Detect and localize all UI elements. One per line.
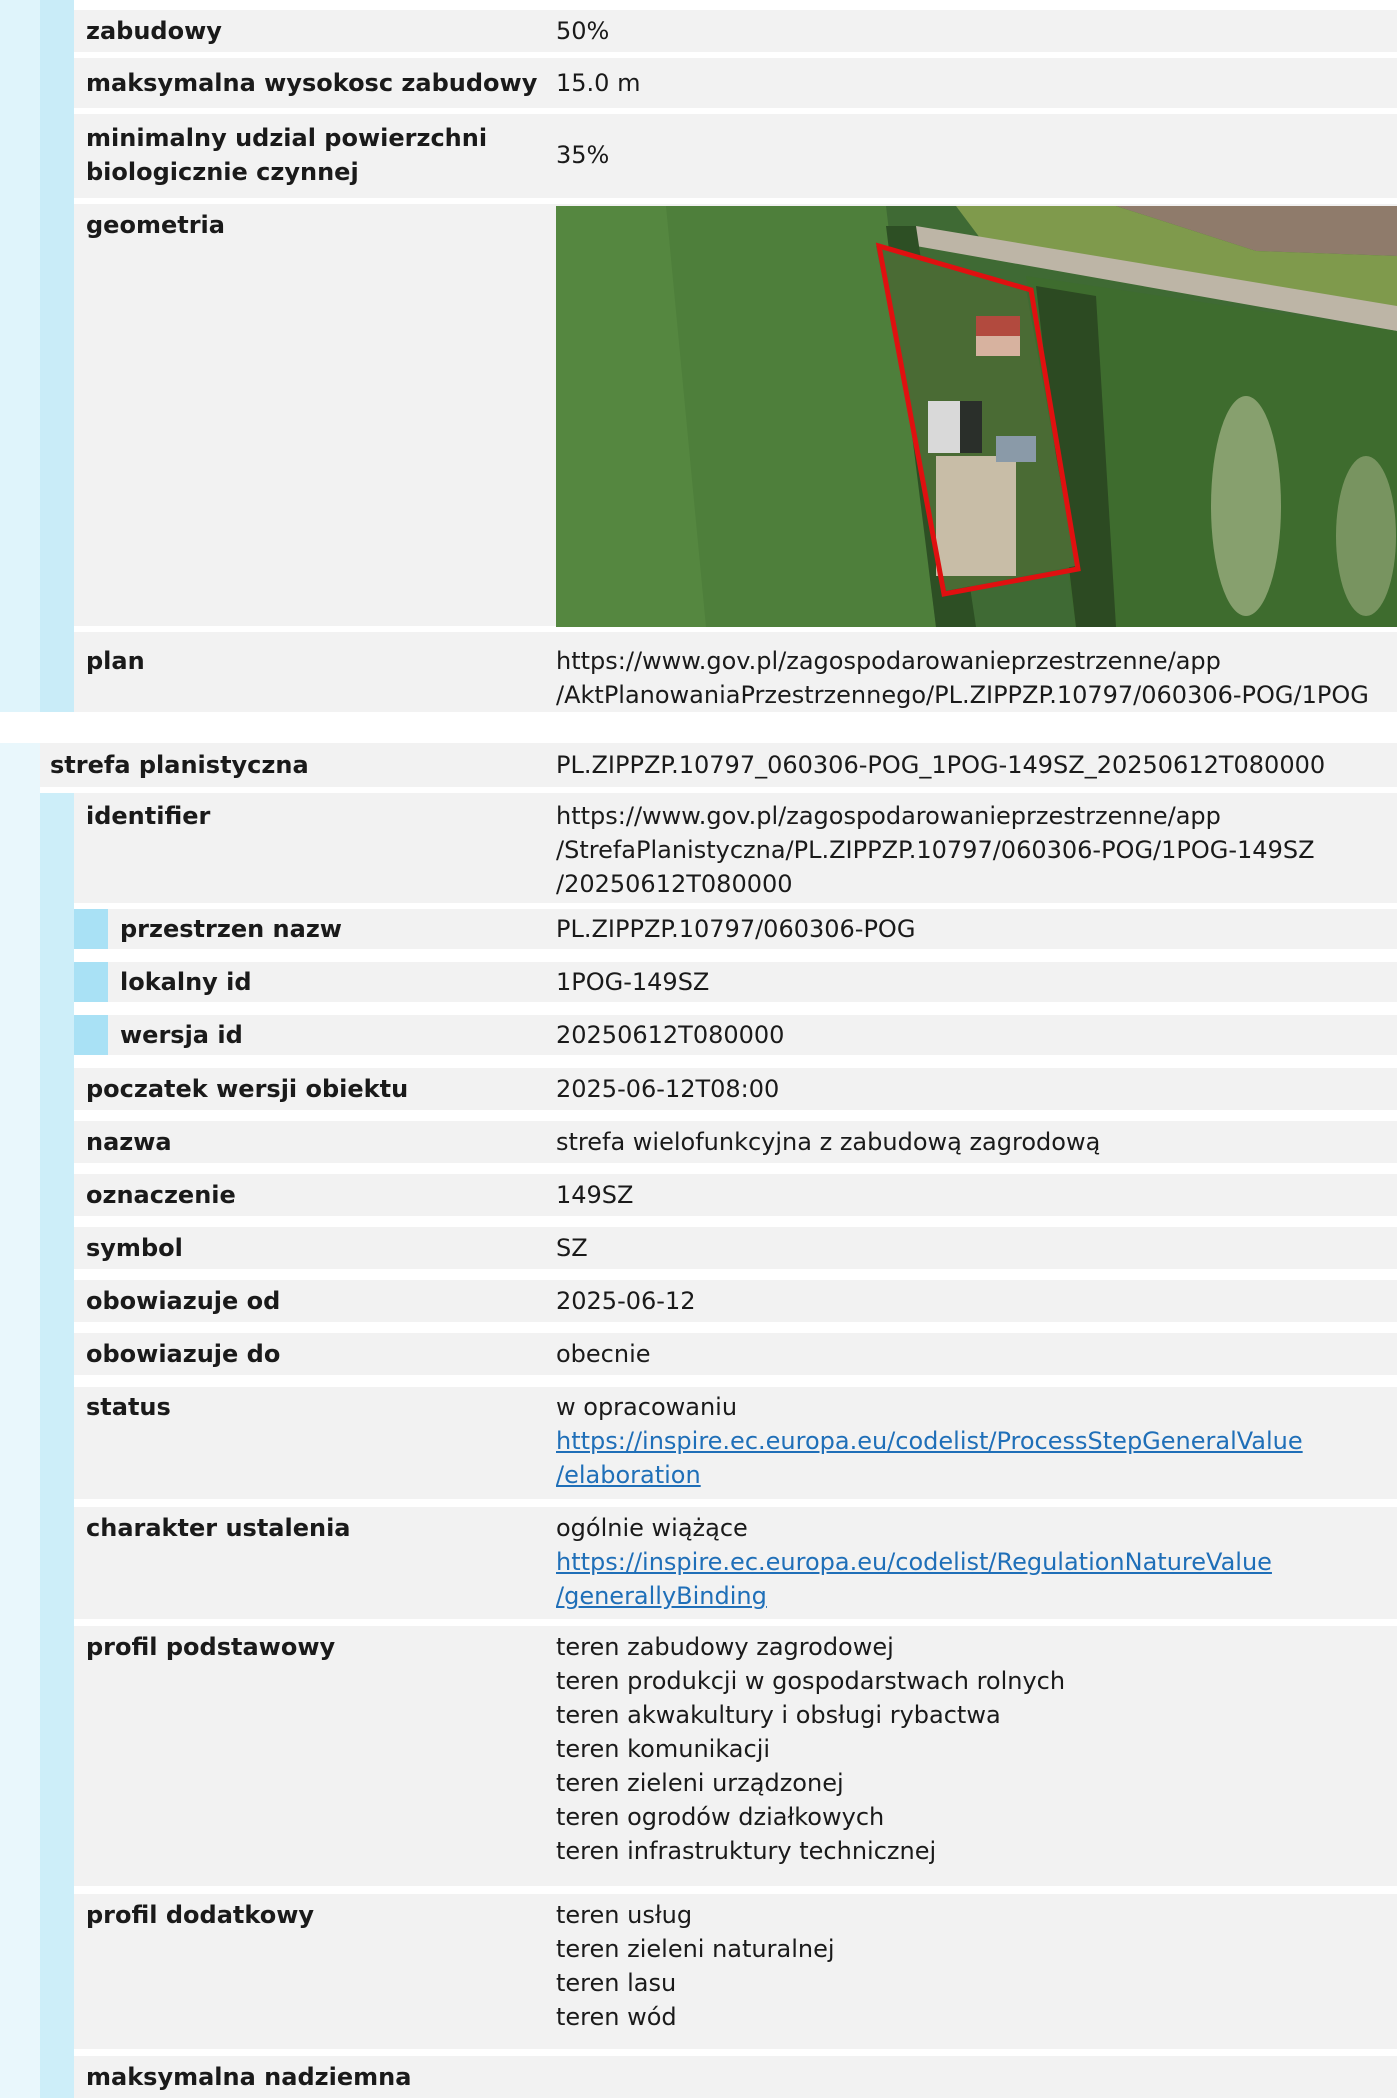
- row-max-wysokosc: maksymalna wysokosc zabudowy 15.0 m: [74, 58, 1397, 108]
- nesting-stripe-inner: [40, 793, 74, 2098]
- field-value: strefa wielofunkcyjna z zabudową zagrodo…: [556, 1128, 1101, 1156]
- list-item: teren produkcji w gospodarstwach rolnych: [556, 1667, 1066, 1695]
- plan-details-block: zabudowy 50% maksymalna wysokosc zabudow…: [0, 0, 1397, 712]
- list-item: teren usług: [556, 1901, 693, 1929]
- row-charakter-ustalenia: charakter ustalenia ogólnie wiążące http…: [74, 1507, 1397, 1619]
- row-obowiazuje-do: obowiazuje do obecnie: [74, 1333, 1397, 1375]
- field-label: nazwa: [86, 1128, 172, 1156]
- field-value: 2025-06-12: [556, 1287, 696, 1315]
- field-value: 1POG-149SZ: [556, 968, 710, 996]
- row-wersja-id: wersja id 20250612T080000: [108, 1015, 1397, 1055]
- strefa-planistyczna-block: strefa planistyczna PL.ZIPPZP.10797_0603…: [0, 743, 1397, 2098]
- list-item: teren lasu: [556, 1969, 677, 1997]
- field-label: obowiazuje do: [86, 1340, 281, 1368]
- list-item: teren zabudowy zagrodowej: [556, 1633, 894, 1661]
- geometry-aerial-map: [556, 206, 1397, 627]
- field-label: profil dodatkowy: [86, 1901, 315, 1929]
- identifier-url[interactable]: https://www.gov.pl/zagospodarowanieprzes…: [556, 799, 1387, 901]
- field-label: wersja id: [120, 1021, 243, 1049]
- charakter-codelist-link[interactable]: https://inspire.ec.europa.eu/codelist/Re…: [556, 1545, 1387, 1613]
- plan-url[interactable]: https://www.gov.pl/zagospodarowanieprzes…: [556, 644, 1387, 712]
- list-item: teren infrastruktury technicznej: [556, 1837, 937, 1865]
- nesting-stripe: [0, 0, 40, 712]
- field-label: maksymalna nadziemna: [86, 2063, 412, 2091]
- row-min-udzial: minimalny udzial powierzchni biologiczni…: [74, 114, 1397, 198]
- field-label: obowiazuje od: [86, 1287, 281, 1315]
- field-value: SZ: [556, 1234, 588, 1262]
- row-zabudowy: zabudowy 50%: [74, 10, 1397, 52]
- field-value: 20250612T080000: [556, 1021, 785, 1049]
- field-label: strefa planistyczna: [50, 751, 309, 779]
- row-plan: plan https://www.gov.pl/zagospodarowanie…: [74, 632, 1397, 712]
- field-label: charakter ustalenia: [86, 1514, 351, 1542]
- field-value: 2025-06-12T08:00: [556, 1075, 780, 1103]
- field-label: maksymalna wysokosc zabudowy: [86, 69, 538, 97]
- field-label: zabudowy: [86, 17, 222, 45]
- field-value: 15.0 m: [556, 69, 641, 97]
- nesting-marker: [74, 962, 108, 1002]
- list-item: teren zieleni urządzonej: [556, 1769, 844, 1797]
- row-maksymalna-nadziemna: maksymalna nadziemna: [74, 2056, 1397, 2098]
- list-item: teren akwakultury i obsługi rybactwa: [556, 1701, 1001, 1729]
- field-label: lokalny id: [120, 968, 252, 996]
- nesting-stripe-inner: [40, 0, 74, 712]
- list-item: teren zieleni naturalnej: [556, 1935, 835, 1963]
- field-value: 35%: [556, 141, 610, 169]
- row-oznaczenie: oznaczenie 149SZ: [74, 1174, 1397, 1216]
- field-value: obecnie: [556, 1340, 651, 1368]
- field-label: geometria: [86, 211, 225, 239]
- nesting-marker: [74, 1015, 108, 1055]
- field-label: symbol: [86, 1234, 183, 1262]
- profil-podstawowy-list: teren zabudowy zagrodowej teren produkcj…: [556, 1630, 1387, 1868]
- field-label: status: [86, 1393, 171, 1421]
- list-item: teren ogrodów działkowych: [556, 1803, 885, 1831]
- charakter-text: ogólnie wiążące: [556, 1514, 748, 1542]
- row-profil-podstawowy: profil podstawowy teren zabudowy zagrodo…: [74, 1626, 1397, 1886]
- row-nazwa: nazwa strefa wielofunkcyjna z zabudową z…: [74, 1121, 1397, 1163]
- nesting-marker: [74, 909, 108, 949]
- field-label: poczatek wersji obiektu: [86, 1075, 409, 1103]
- row-identifier: identifier https://www.gov.pl/zagospodar…: [74, 793, 1397, 903]
- field-label: minimalny udzial powierzchni biologiczni…: [86, 124, 488, 186]
- field-label: oznaczenie: [86, 1181, 236, 1209]
- row-poczatek-wersji: poczatek wersji obiektu 2025-06-12T08:00: [74, 1068, 1397, 1110]
- field-value: 149SZ: [556, 1181, 634, 1209]
- profil-dodatkowy-list: teren usług teren zieleni naturalnej ter…: [556, 1898, 1387, 2034]
- field-label: plan: [86, 647, 145, 675]
- field-label: identifier: [86, 802, 211, 830]
- field-value: PL.ZIPPZP.10797/060306-POG: [556, 915, 916, 943]
- field-value: ogólnie wiążące https://inspire.ec.europ…: [556, 1511, 1387, 1613]
- status-codelist-link[interactable]: https://inspire.ec.europa.eu/codelist/Pr…: [556, 1424, 1387, 1492]
- field-label: przestrzen nazw: [120, 915, 342, 943]
- nesting-stripe: [0, 743, 40, 2098]
- field-value: 50%: [556, 17, 610, 45]
- field-value: w opracowaniu https://inspire.ec.europa.…: [556, 1390, 1387, 1492]
- row-symbol: symbol SZ: [74, 1227, 1397, 1269]
- row-lokalny-id: lokalny id 1POG-149SZ: [108, 962, 1397, 1002]
- row-przestrzen-nazw: przestrzen nazw PL.ZIPPZP.10797/060306-P…: [108, 909, 1397, 949]
- field-value: PL.ZIPPZP.10797_060306-POG_1POG-149SZ_20…: [556, 751, 1326, 779]
- status-text: w opracowaniu: [556, 1393, 738, 1421]
- row-obowiazuje-od: obowiazuje od 2025-06-12: [74, 1280, 1397, 1322]
- row-status: status w opracowaniu https://inspire.ec.…: [74, 1387, 1397, 1499]
- row-profil-dodatkowy: profil dodatkowy teren usług teren ziele…: [74, 1894, 1397, 2049]
- list-item: teren wód: [556, 2003, 677, 2031]
- list-item: teren komunikacji: [556, 1735, 771, 1763]
- row-strefa-planistyczna: strefa planistyczna PL.ZIPPZP.10797_0603…: [40, 743, 1397, 787]
- field-label: profil podstawowy: [86, 1633, 336, 1661]
